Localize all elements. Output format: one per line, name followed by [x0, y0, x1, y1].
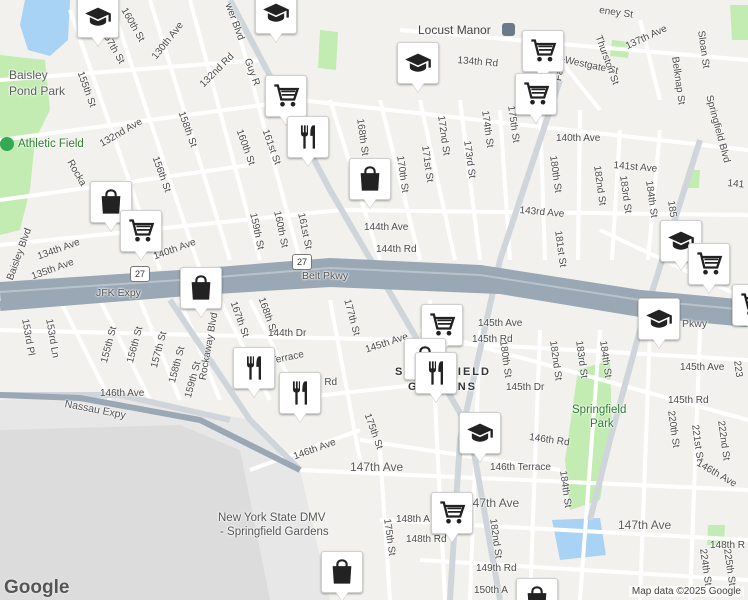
google-logo: Google: [4, 577, 70, 598]
shopping-bag-icon[interactable]: [180, 267, 222, 309]
restaurant-icon[interactable]: [287, 116, 329, 158]
restaurant-icon[interactable]: [415, 352, 457, 394]
grocery-cart-icon[interactable]: [688, 243, 730, 285]
park-marker-icon: [0, 137, 14, 151]
restaurant-icon[interactable]: [233, 347, 275, 389]
school-icon[interactable]: [255, 0, 297, 34]
school-icon[interactable]: [397, 42, 439, 84]
school-icon[interactable]: [77, 0, 119, 38]
restaurant-icon[interactable]: [279, 372, 321, 414]
grocery-cart-icon[interactable]: [515, 73, 557, 115]
train-station-icon[interactable]: [502, 23, 515, 36]
map-canvas[interactable]: Locust Manor Baisley Pond Park Athletic …: [0, 0, 748, 600]
poi-locust-manor[interactable]: Locust Manor: [418, 23, 491, 37]
map-base-layer: [0, 0, 748, 600]
shopping-bag-icon[interactable]: [516, 578, 558, 600]
grocery-cart-icon[interactable]: [431, 492, 473, 534]
grocery-cart-icon[interactable]: [120, 210, 162, 252]
grocery-cart-icon[interactable]: [265, 75, 307, 117]
grocery-cart-icon[interactable]: [522, 30, 564, 72]
route-27-shield-west: 27: [130, 266, 150, 282]
school-icon[interactable]: [459, 412, 501, 454]
map-copyright[interactable]: Map data ©2025 Google: [628, 586, 744, 597]
grocery-cart-icon[interactable]: [732, 284, 748, 326]
route-27-shield: 27: [292, 254, 312, 270]
shopping-bag-icon[interactable]: [321, 551, 363, 593]
shopping-bag-icon[interactable]: [349, 158, 391, 200]
school-icon[interactable]: [638, 298, 680, 340]
